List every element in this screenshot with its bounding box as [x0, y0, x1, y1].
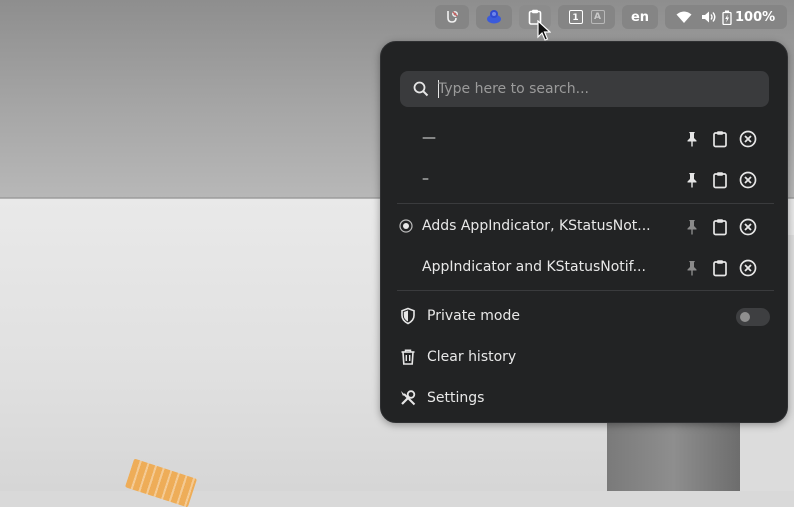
language-indicator[interactable]: en — [622, 5, 658, 29]
delete-icon[interactable] — [739, 259, 757, 277]
pin-icon[interactable] — [683, 218, 701, 236]
tools-icon — [401, 390, 416, 406]
clipboard-item-text: – — [422, 171, 429, 187]
clipboard-history-menu: — – — [380, 41, 788, 423]
mouse-cursor-icon — [537, 20, 551, 41]
pin-icon[interactable] — [683, 171, 701, 189]
accessibility-icon — [444, 9, 460, 25]
copy-icon[interactable] — [711, 171, 729, 189]
accessibility-tray-button[interactable] — [435, 5, 469, 29]
toggle-knob — [740, 312, 750, 322]
clipboard-history-item[interactable]: Adds AppIndicator, KStatusNot... — [381, 206, 787, 246]
separator — [397, 203, 774, 204]
search-icon — [413, 81, 429, 97]
workspace-indicator[interactable]: 1 A — [558, 5, 615, 29]
pin-icon[interactable] — [683, 259, 701, 277]
notification-tray-button[interactable] — [476, 5, 512, 29]
clear-history-button[interactable]: Clear history — [381, 337, 787, 377]
clear-history-label: Clear history — [427, 349, 517, 365]
volume-icon — [701, 10, 717, 24]
copy-icon[interactable] — [711, 218, 729, 236]
separator — [397, 290, 774, 291]
selected-indicator-icon — [399, 219, 413, 233]
clipboard-item-text: Adds AppIndicator, KStatusNot... — [422, 218, 651, 234]
language-label: en — [630, 9, 650, 25]
pin-icon[interactable] — [683, 130, 701, 148]
delete-icon[interactable] — [739, 218, 757, 236]
workspace-2-icon[interactable]: A — [590, 10, 605, 24]
system-status-area[interactable]: 100% — [665, 5, 787, 29]
clipboard-item-text: — — [422, 130, 436, 146]
delete-icon[interactable] — [739, 130, 757, 148]
notification-icon — [485, 9, 503, 25]
private-mode-label: Private mode — [427, 308, 520, 324]
shield-icon — [401, 307, 415, 325]
trash-icon — [401, 349, 415, 365]
battery-icon — [722, 10, 732, 25]
copy-icon[interactable] — [711, 259, 729, 277]
pinned-clipboard-item[interactable]: – — [381, 159, 787, 199]
settings-label: Settings — [427, 390, 485, 406]
workspace-1-icon[interactable]: 1 — [568, 10, 583, 24]
clipboard-history-item[interactable]: AppIndicator and KStatusNotif... — [381, 247, 787, 287]
clipboard-item-text: AppIndicator and KStatusNotif... — [422, 259, 646, 275]
pinned-clipboard-item[interactable]: — — [381, 118, 787, 158]
delete-icon[interactable] — [739, 171, 757, 189]
settings-button[interactable]: Settings — [381, 378, 787, 418]
battery-percentage: 100% — [735, 9, 776, 25]
search-box[interactable] — [400, 71, 769, 107]
wifi-icon — [676, 10, 692, 24]
search-input[interactable] — [438, 71, 758, 107]
private-mode-item[interactable]: Private mode — [381, 296, 787, 336]
private-mode-toggle[interactable] — [736, 308, 770, 326]
copy-icon[interactable] — [711, 130, 729, 148]
